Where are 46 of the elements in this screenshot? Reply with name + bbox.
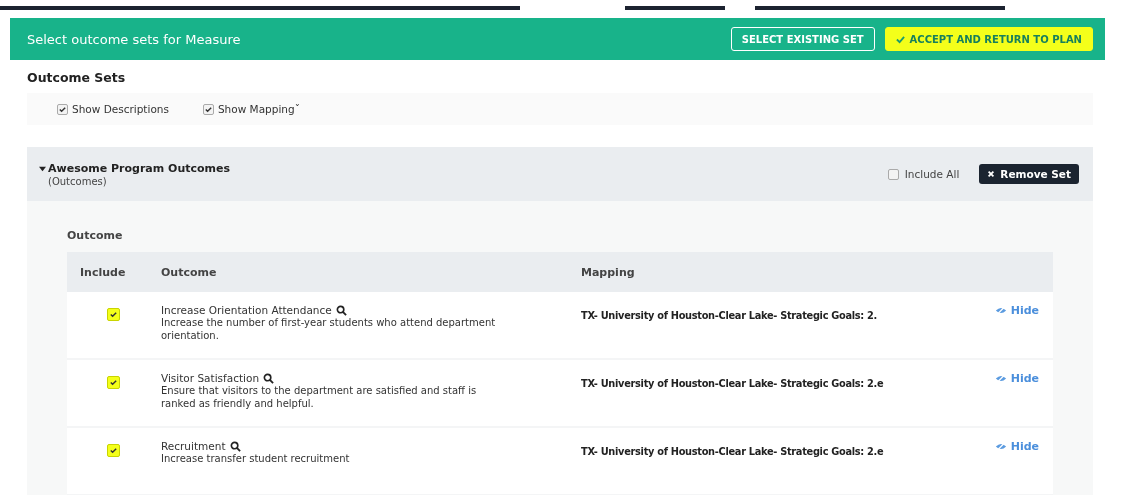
hide-link[interactable]: Hide (994, 440, 1039, 453)
outcome-description: Ensure that visitors to the department are satisfied and staff is ranked as friendly and helpful. (161, 384, 478, 410)
option-label: Show Mappingˇ (217, 103, 300, 115)
outcome-description: Increase the number of first-year students who attend department orientation. (161, 316, 497, 342)
set-type: (Outcomes) (47, 175, 108, 187)
column-header: Include (79, 265, 127, 279)
check-icon (109, 378, 118, 387)
checkbox[interactable] (107, 444, 120, 457)
check-icon (203, 104, 213, 114)
set-name: Awesome Program Outcomes (48, 161, 231, 175)
eye-slash-icon (994, 374, 1007, 383)
dialog-title: Select outcome sets for Measure (27, 31, 241, 47)
check-icon (58, 104, 67, 114)
checkbox[interactable] (887, 168, 899, 180)
search-icon[interactable] (335, 304, 347, 316)
include-all-label: Include All (904, 168, 960, 180)
check-icon (895, 34, 905, 44)
table-heading: Outcome (67, 229, 124, 242)
search-icon[interactable] (229, 440, 241, 452)
option-label: Show Descriptions (72, 103, 169, 115)
mapping-text: TX- University of Houston-Clear Lake- Strategic Goals: 2.e (581, 378, 884, 389)
checkbox[interactable] (57, 103, 68, 115)
checkbox[interactable] (107, 308, 120, 321)
mapping-text: TX- University of Houston-Clear Lake- Strategic Goals: 2. (581, 310, 878, 321)
remove-set-button[interactable]: Remove Set (979, 164, 1079, 184)
search-icon[interactable] (263, 372, 275, 384)
mapping-text: TX- University of Houston-Clear Lake- Strategic Goals: 2.e (581, 446, 884, 457)
section-title: Outcome Sets (27, 70, 127, 85)
outcome-title: Recruitment (161, 440, 226, 452)
select-set-button[interactable]: SELECT EXISTING SET (730, 27, 875, 51)
hide-link[interactable]: Hide (994, 372, 1039, 385)
check-icon (109, 310, 118, 319)
column-header: Outcome (161, 265, 218, 279)
close-icon (987, 170, 996, 178)
caret-icon[interactable] (39, 164, 46, 172)
outcome-description: Increase transfer student recruitment (161, 452, 351, 465)
outcome-title: Increase Orientation Attendance (161, 304, 332, 316)
eye-slash-icon (994, 306, 1007, 315)
checkbox[interactable] (202, 103, 214, 115)
check-icon (109, 446, 118, 455)
hide-link[interactable]: Hide (994, 304, 1039, 317)
column-header: Mapping (581, 265, 636, 279)
eye-slash-icon (994, 442, 1007, 451)
checkbox[interactable] (107, 376, 120, 389)
accept-button[interactable]: ACCEPT AND RETURN TO PLAN (884, 27, 1093, 51)
outcome-title: Visitor Satisfaction (161, 372, 260, 384)
